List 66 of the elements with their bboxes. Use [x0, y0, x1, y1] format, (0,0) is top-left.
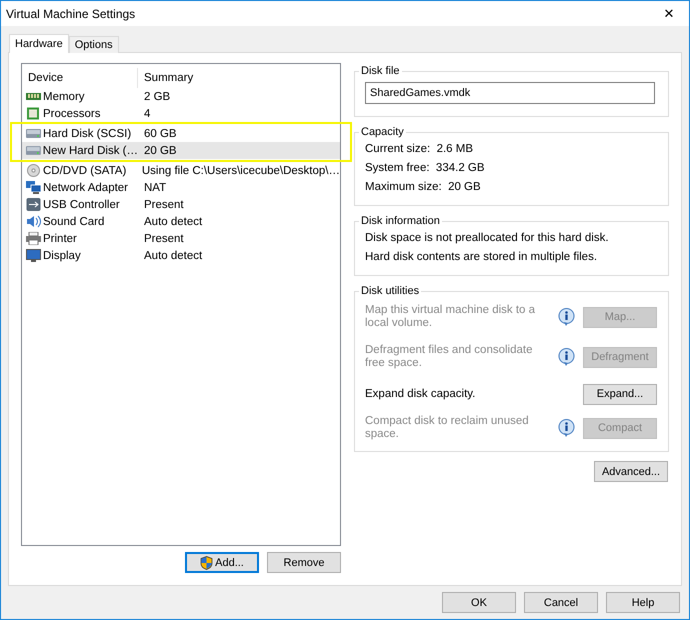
device-row[interactable]: Network Adapter NAT	[22, 179, 340, 196]
device-name: Hard Disk (SCSI)	[43, 128, 132, 140]
device-name: New Hard Disk (…	[42, 144, 138, 156]
tab[interactable]: Options	[68, 36, 119, 53]
capacity-text: Maximum size: 20 GB	[364, 180, 482, 195]
utility-description: Compact disk to reclaim unused space.	[364, 415, 530, 441]
add-button[interactable]: Add...	[185, 552, 259, 573]
close-button[interactable]: ✕	[649, 1, 689, 26]
dialog-button[interactable]: OK	[442, 592, 516, 613]
information-text: Hard disk contents are stored in multiple files.	[364, 250, 598, 265]
device-summary: 4	[143, 108, 150, 120]
column-header[interactable]: Device	[22, 68, 138, 88]
utility-description: Map this virtual machine disk to a local volume.	[364, 304, 536, 330]
network-icon	[26, 181, 41, 194]
device-summary: Present	[143, 198, 184, 210]
dialog-button[interactable]: Help	[606, 592, 680, 613]
device-summary: 20 GB	[143, 144, 177, 156]
capacity-text: System free: 334.2 GB	[364, 161, 486, 176]
device-row[interactable]: Hard Disk (SCSI) 60 GB	[22, 125, 340, 142]
memory-chip-icon	[26, 90, 41, 103]
device-row[interactable]: Display Auto detect	[22, 247, 340, 264]
device-row[interactable]: New Hard Disk (… 20 GB	[22, 142, 340, 159]
device-row[interactable]: Memory 2 GB	[22, 88, 340, 105]
device-row[interactable]: Sound Card Auto detect	[22, 213, 340, 230]
capacity-text: Current size: 2.6 MB	[364, 142, 474, 157]
dialog-button[interactable]: Cancel	[524, 592, 598, 613]
device-name: Processors	[43, 108, 101, 120]
device-name: USB Controller	[43, 198, 120, 210]
processor-icon	[26, 107, 41, 120]
device-summary: 2 GB	[143, 90, 170, 102]
device-row[interactable]: CD/DVD (SATA) Using file C:\Users\icecube\Desktop\…	[22, 162, 340, 179]
disk-file-field[interactable]: SharedGames.vmdk	[365, 82, 655, 104]
device-name: CD/DVD (SATA)	[43, 164, 126, 176]
device-summary: NAT	[143, 182, 166, 194]
tab[interactable]: Hardware	[9, 34, 69, 53]
device-name: Memory	[43, 90, 85, 102]
window-title: Virtual Machine Settings	[6, 6, 136, 20]
remove-button[interactable]: Remove	[267, 552, 341, 573]
device-row[interactable]: Printer Present	[22, 230, 340, 247]
device-summary: Using file C:\Users\icecube\Desktop\…	[140, 164, 340, 176]
device-row[interactable]: Processors 4	[22, 105, 340, 122]
utility-button[interactable]: Expand...	[583, 384, 657, 404]
group-title: Disk file	[360, 65, 401, 77]
device-summary: Auto detect	[143, 250, 202, 262]
speaker-icon	[26, 215, 41, 228]
group-title: Capacity	[360, 126, 405, 138]
printer-icon	[26, 232, 41, 245]
device-row[interactable]: USB Controller Present	[22, 196, 340, 213]
group-title: Disk utilities	[360, 285, 420, 297]
device-summary: Present	[143, 232, 184, 244]
utility-description: Expand disk capacity.	[364, 388, 476, 400]
monitor-icon	[26, 249, 41, 262]
shield-icon	[200, 556, 214, 570]
advanced-button[interactable]: Advanced...	[594, 461, 668, 482]
disc-icon	[26, 164, 41, 177]
information-text: Disk space is not preallocated for this hard disk.	[364, 231, 610, 246]
device-name: Display	[43, 250, 81, 262]
utility-description: Defragment files and consolidate free space.	[364, 344, 534, 370]
usb-icon	[26, 198, 41, 211]
device-summary: Auto detect	[143, 216, 202, 228]
device-name: Sound Card	[43, 216, 104, 228]
column-header[interactable]: Summary	[138, 68, 194, 88]
device-name: Printer	[43, 232, 77, 244]
device-summary: 60 GB	[143, 128, 177, 140]
group-title: Disk information	[360, 215, 441, 227]
device-name: Network Adapter	[43, 182, 128, 194]
